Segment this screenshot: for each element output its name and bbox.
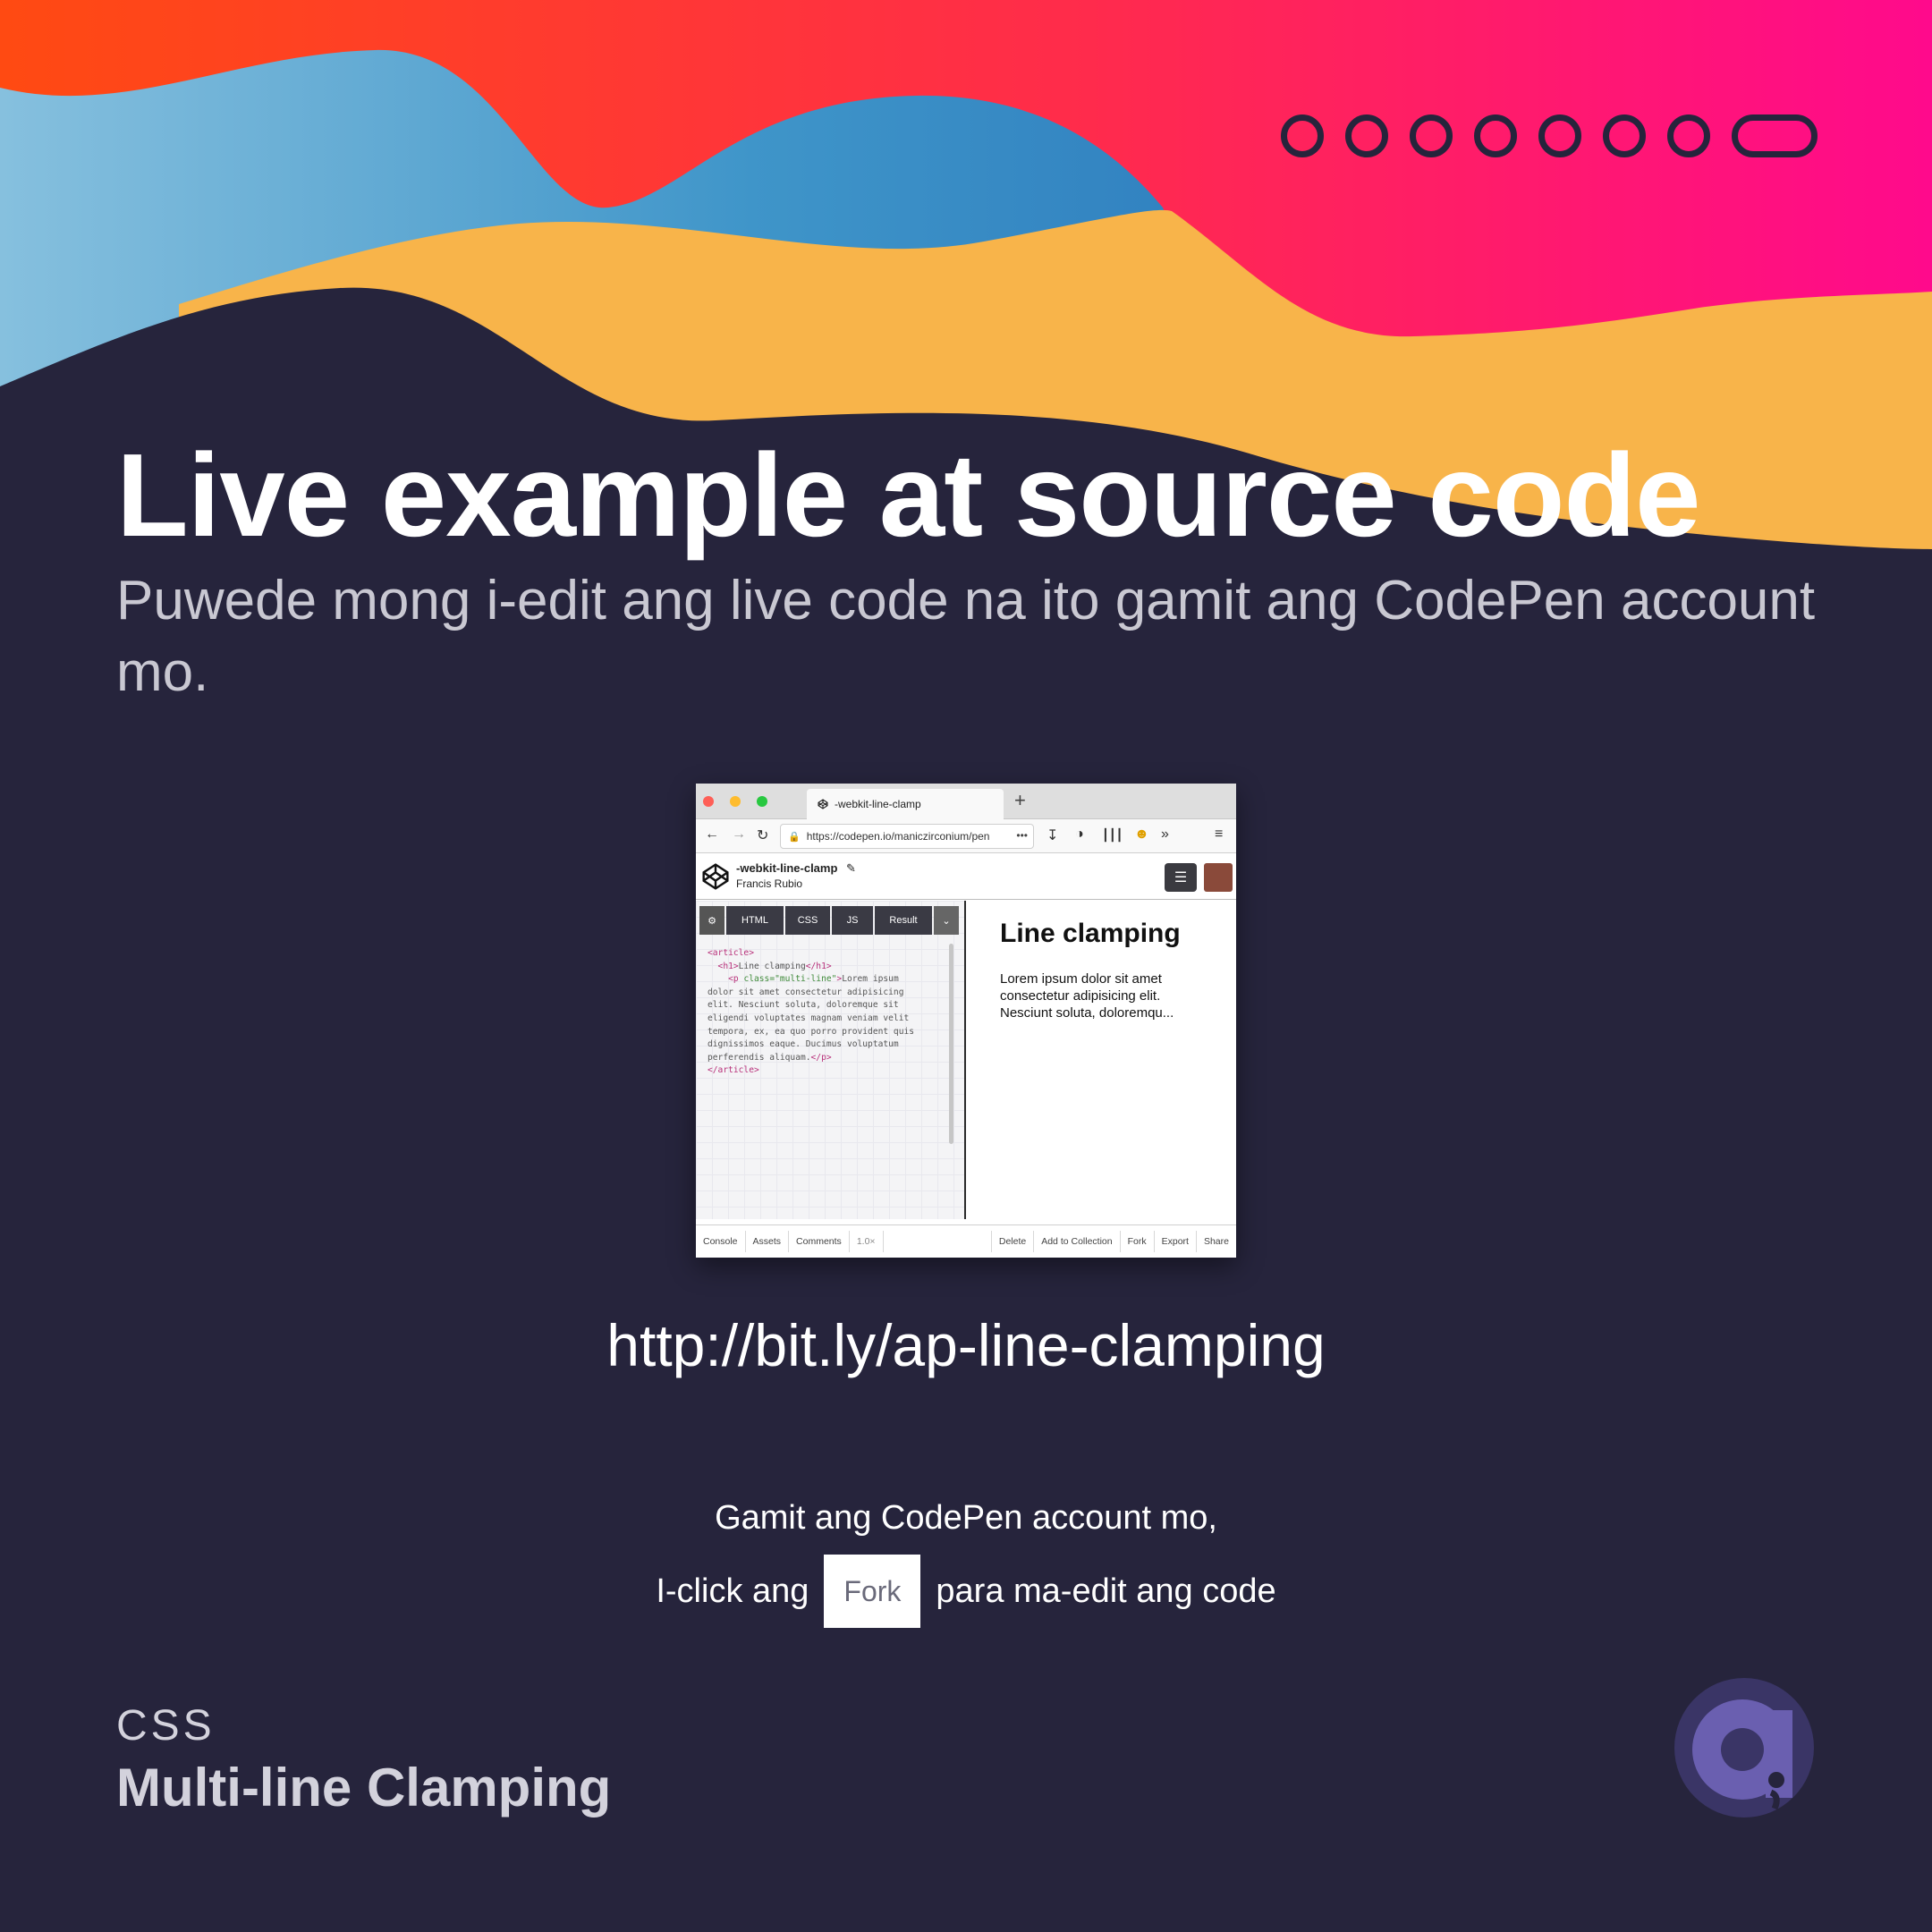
export-button[interactable]: Export	[1153, 1231, 1196, 1252]
code-token: Lorem ipsum	[842, 974, 899, 985]
tab-result[interactable]: Result	[875, 906, 932, 935]
menu-icon[interactable]: ≡	[1215, 826, 1223, 843]
comments-button[interactable]: Comments	[789, 1231, 850, 1252]
forward-icon[interactable]: →	[732, 826, 746, 843]
code-token: </h1>	[805, 961, 832, 971]
source-link[interactable]: http://bit.ly/ap-line-clamping	[0, 1311, 1932, 1379]
back-icon[interactable]: ←	[705, 826, 719, 843]
codepen-workspace: ⚙ HTML CSS JS Result ⌄ <article> <h1>Lin…	[696, 901, 1236, 1219]
instruction-after: para ma-edit ang code	[936, 1572, 1276, 1610]
settings-gear-icon[interactable]: ⚙	[699, 906, 724, 935]
result-preview-pane: Line clamping Lorem ipsum dolor sit amet…	[968, 901, 1236, 1219]
extension-icon[interactable]: ◑	[1075, 826, 1084, 843]
code-line: elit. Nesciunt soluta, doloremque sit	[708, 1000, 899, 1011]
url-bar[interactable]: 🔒 https://codepen.io/maniczirconium/pen …	[780, 824, 1034, 849]
change-view-button[interactable]: ☰	[1165, 863, 1197, 892]
series-title: Multi-line Clamping	[116, 1758, 612, 1818]
progress-dot	[1603, 114, 1646, 157]
lock-icon: 🔒	[788, 831, 801, 843]
progress-dot	[1410, 114, 1453, 157]
code-line: eligendi voluptates magnam veniam velit	[708, 1013, 910, 1023]
instruction-line-1: Gamit ang CodePen account mo,	[715, 1499, 1217, 1537]
progress-dot	[1474, 114, 1517, 157]
codepen-icon	[818, 799, 828, 809]
headline: Live example at source code	[116, 429, 1700, 561]
code-line: dignissimos eaque. Ducimus voluptatum	[708, 1039, 899, 1050]
browser-tab-bar: -webkit-line-clamp +	[696, 784, 1236, 819]
code-line: <article>	[708, 948, 754, 958]
code-line: dolor sit amet consectetur adipisicing	[708, 987, 904, 997]
library-icon[interactable]: ┃┃┃	[1102, 828, 1123, 843]
fork-button-sample: Fork	[824, 1555, 921, 1628]
codepen-logo-icon[interactable]	[701, 862, 730, 891]
editor-scrollbar[interactable]	[949, 944, 953, 1144]
new-tab-icon[interactable]: +	[1014, 789, 1026, 812]
chevron-down-icon[interactable]: ⌄	[934, 906, 959, 935]
codepen-footer-bar: Console Assets Comments 1.0× Delete Add …	[696, 1224, 1236, 1258]
codepen-screenshot: -webkit-line-clamp + ← → ↻ 🔒 https://cod…	[696, 784, 1236, 1258]
editor-tabs: ⚙ HTML CSS JS Result ⌄	[699, 906, 961, 935]
code-token: </p>	[810, 1052, 832, 1063]
browser-nav-bar: ← → ↻ 🔒 https://codepen.io/maniczirconiu…	[696, 819, 1236, 853]
codepen-header: -webkit-line-clamp ✎ Francis Rubio ☰	[696, 853, 1236, 900]
console-button[interactable]: Console	[696, 1231, 746, 1252]
layout-icon: ☰	[1174, 870, 1188, 886]
tab-html[interactable]: HTML	[726, 906, 784, 935]
result-paragraph: Lorem ipsum dolor sit amet consectetur a…	[1000, 971, 1174, 1021]
instruction-line-2: I-click ang Fork para ma-edit ang code	[0, 1555, 1932, 1628]
code-line: tempora, ex, ea quo porro provident quis	[708, 1026, 915, 1037]
code-line: </article>	[708, 1065, 759, 1076]
progress-dot-active	[1732, 114, 1818, 157]
code-token: <h1>	[708, 961, 739, 971]
result-heading: Line clamping	[1000, 919, 1181, 948]
fork-button[interactable]: Fork	[1119, 1231, 1154, 1252]
category-label: CSS	[116, 1702, 216, 1750]
more-icon[interactable]: •••	[1016, 829, 1028, 842]
pen-title[interactable]: -webkit-line-clamp	[736, 861, 837, 875]
subtitle: Puwede mong i-edit ang live code na ito …	[116, 570, 1816, 703]
progress-dot	[1281, 114, 1324, 157]
browser-tab[interactable]: -webkit-line-clamp	[807, 789, 1004, 819]
download-icon[interactable]: ↧	[1046, 826, 1058, 844]
maximize-window-icon[interactable]	[757, 796, 767, 807]
assets-button[interactable]: Assets	[746, 1231, 790, 1252]
browser-tab-title: -webkit-line-clamp	[835, 798, 921, 810]
user-avatar[interactable]	[1204, 863, 1233, 892]
code-token: Line clamping	[738, 961, 806, 971]
zoom-level[interactable]: 1.0×	[850, 1231, 884, 1252]
reload-icon[interactable]: ↻	[757, 826, 768, 844]
overflow-icon[interactable]: »	[1161, 826, 1169, 843]
progress-dot	[1538, 114, 1581, 157]
url-text: https://codepen.io/maniczirconium/pen	[806, 830, 990, 843]
share-button[interactable]: Share	[1195, 1231, 1236, 1252]
delete-button[interactable]: Delete	[990, 1231, 1033, 1252]
slide-progress-dots	[1281, 114, 1818, 157]
close-window-icon[interactable]	[703, 796, 714, 807]
html-editor-pane[interactable]: ⚙ HTML CSS JS Result ⌄ <article> <h1>Lin…	[696, 901, 966, 1219]
progress-dot	[1667, 114, 1710, 157]
instruction-before: I-click ang	[656, 1572, 809, 1610]
code-token: class="multi-line"	[743, 974, 837, 985]
code-block[interactable]: <article> <h1>Line clamping</h1> <p clas…	[708, 947, 949, 1078]
progress-dot	[1345, 114, 1388, 157]
brand-logo-icon	[1674, 1678, 1814, 1818]
minimize-window-icon[interactable]	[730, 796, 741, 807]
pen-author[interactable]: Francis Rubio	[736, 877, 802, 890]
add-to-collection-button[interactable]: Add to Collection	[1033, 1231, 1119, 1252]
emoji-icon[interactable]: ☻	[1134, 826, 1149, 843]
tab-css[interactable]: CSS	[785, 906, 830, 935]
code-token: perferendis aliquam.	[708, 1052, 811, 1063]
tab-js[interactable]: JS	[832, 906, 873, 935]
code-token: <p	[708, 974, 744, 985]
edit-pencil-icon[interactable]: ✎	[846, 861, 856, 876]
